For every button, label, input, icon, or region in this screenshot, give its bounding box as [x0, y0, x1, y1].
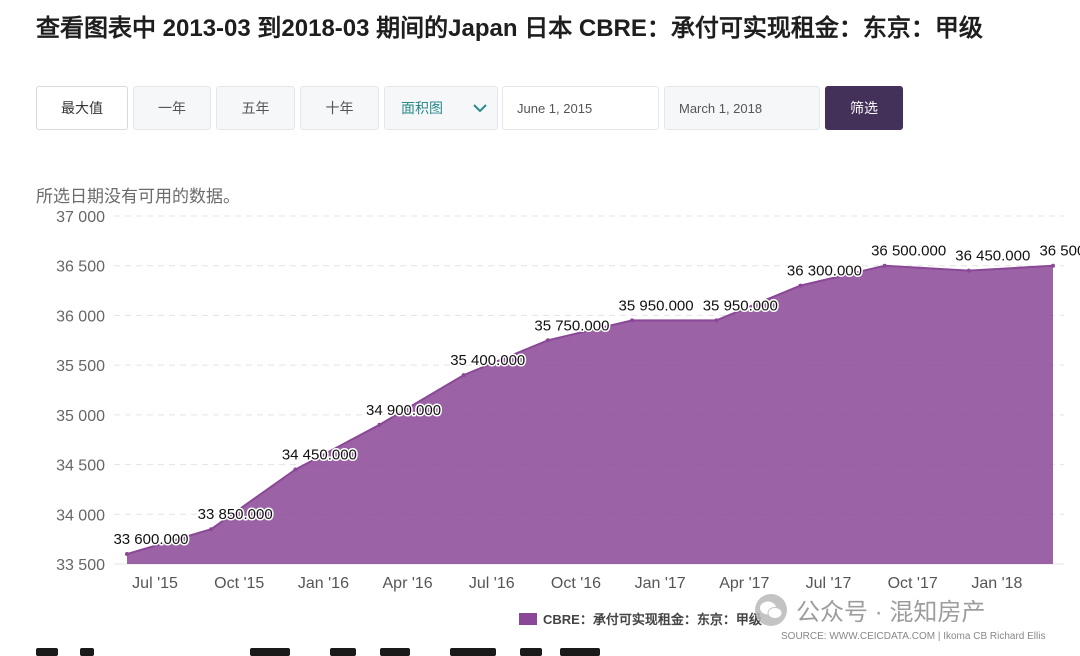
watermark-text: 公众号 · 混知房产	[796, 599, 986, 626]
y-tick-label: 35 000	[56, 408, 105, 425]
data-label: 34 900.000	[366, 402, 441, 419]
data-point[interactable]	[714, 318, 719, 323]
data-label: 36 450.000	[955, 248, 1030, 265]
data-label: 36 500.000	[871, 243, 946, 260]
range-10y-button[interactable]: 十年	[300, 86, 379, 130]
data-point[interactable]	[545, 338, 550, 343]
x-tick-label: Jan '18	[971, 575, 1022, 592]
x-tick-label: Apr '16	[383, 575, 433, 592]
y-tick-label: 35 500	[56, 358, 105, 375]
start-date-input[interactable]: June 1, 2015	[502, 86, 659, 130]
range-max-button[interactable]: 最大值	[36, 86, 128, 130]
x-tick-label: Jul '16	[469, 575, 515, 592]
chevron-down-icon	[473, 104, 487, 113]
chart-legend[interactable]: CBRE：承付可实现租金：东京：甲级	[519, 609, 762, 628]
x-axis: Jul '15 Oct '15 Jan '16 Apr '16 Jul '16 Oct '…	[132, 575, 1022, 592]
chart-type-select[interactable]: 面积图	[384, 86, 498, 130]
data-label: 36 500.000	[1039, 243, 1080, 260]
data-label: 36 300.000	[787, 263, 862, 280]
data-label: 33 600.000	[113, 531, 188, 548]
x-tick-label: Apr '17	[719, 575, 769, 592]
data-label: 34 450.000	[282, 447, 357, 464]
data-point[interactable]	[293, 467, 298, 472]
data-label: 35 950.000	[703, 297, 778, 314]
data-point[interactable]	[882, 263, 887, 268]
data-point[interactable]	[377, 422, 382, 427]
range-1y-button[interactable]: 一年	[133, 86, 211, 130]
y-tick-label: 34 500	[56, 458, 105, 475]
range-5y-button[interactable]: 五年	[216, 86, 295, 130]
source-note: SOURCE: WWW.CEICDATA.COM | Ikoma CB Rich…	[781, 631, 1046, 642]
filter-button[interactable]: 筛选	[825, 86, 903, 130]
y-tick-label: 36 500	[56, 259, 105, 276]
data-point[interactable]	[630, 318, 635, 323]
legend-swatch	[519, 612, 537, 625]
y-tick-label: 37 000	[56, 209, 105, 226]
data-point[interactable]	[798, 283, 803, 288]
data-point[interactable]	[461, 373, 466, 378]
x-tick-label: Jan '16	[298, 575, 349, 592]
x-tick-label: Jan '17	[635, 575, 686, 592]
x-tick-label: Oct '16	[551, 575, 601, 592]
y-axis: 33 500 34 000 34 500 35 000 35 500 36 000 36 5…	[56, 209, 105, 574]
page-title: 查看图表中 2013-03 到2018-03 期间的Japan 日本 CBRE：…	[36, 15, 983, 42]
y-tick-label: 34 000	[56, 507, 105, 524]
chart-type-label: 面积图	[401, 100, 443, 116]
data-point[interactable]	[209, 527, 214, 532]
data-label: 35 950.000	[619, 297, 694, 314]
data-label: 35 400.000	[450, 352, 525, 369]
data-label: 35 750.000	[534, 317, 609, 334]
legend-label: CBRE：承付可实现租金：东京：甲级	[543, 612, 762, 627]
area-chart: 33 500 34 000 34 500 35 000 35 500 36 000 36 5…	[56, 209, 1080, 592]
wechat-icon	[755, 593, 787, 626]
y-tick-label: 36 000	[56, 308, 105, 325]
x-tick-label: Jul '15	[132, 575, 178, 592]
watermark: 公众号 · 混知房产	[754, 592, 985, 627]
data-point[interactable]	[966, 268, 971, 273]
x-tick-label: Oct '15	[214, 575, 264, 592]
next-section-cutoff	[0, 646, 1080, 656]
x-tick-label: Oct '17	[888, 575, 938, 592]
y-tick-label: 33 500	[56, 557, 105, 574]
x-tick-label: Jul '17	[806, 575, 852, 592]
end-date-input[interactable]: March 1, 2018	[664, 86, 820, 130]
data-point[interactable]	[1051, 263, 1055, 268]
data-point[interactable]	[125, 552, 129, 557]
data-label: 33 850.000	[198, 506, 273, 523]
